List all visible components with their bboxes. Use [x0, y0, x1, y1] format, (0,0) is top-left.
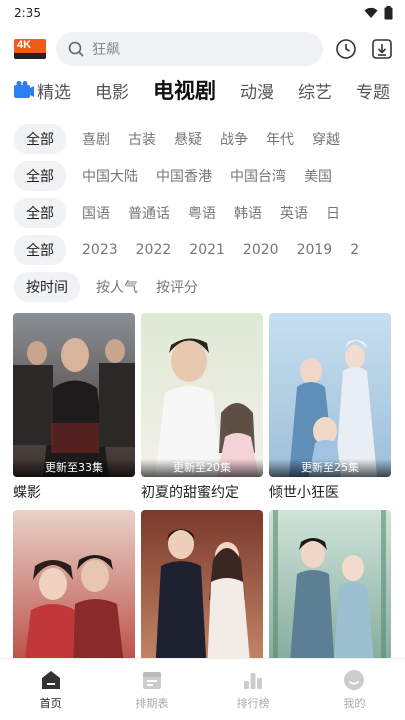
filter-chip[interactable]: 2022 — [136, 242, 172, 258]
filter-chip[interactable]: 2019 — [297, 242, 333, 258]
filter-chip[interactable]: 喜剧 — [82, 129, 110, 149]
tab-movies[interactable]: 电影 — [95, 78, 129, 103]
filter-chip[interactable]: 古装 — [128, 129, 156, 149]
show-card[interactable]: 更新至20集 初夏的甜蜜约定 — [141, 313, 263, 502]
filter-chip[interactable]: 粤语 — [188, 203, 216, 223]
show-poster: 更新至25集 — [269, 313, 391, 477]
poster-image — [141, 510, 263, 674]
bottom-nav: 首页 排期表 排行榜 我的 — [0, 658, 405, 720]
sort-chip[interactable]: 按人气 — [96, 277, 138, 297]
tab-label: 专题 — [356, 82, 390, 103]
episode-badge: 更新至25集 — [269, 459, 391, 477]
tab-label: 电影 — [95, 82, 129, 103]
download-icon — [372, 39, 392, 59]
filter-row-year: 全部 2023 2022 2021 2020 2019 2 — [0, 231, 405, 268]
filter-row-sort: 按时间 按人气 按评分 — [0, 268, 405, 305]
featured-icon — [14, 81, 34, 98]
search-placeholder: 狂飙 — [92, 42, 120, 58]
filter-chip[interactable]: 中国大陆 — [82, 166, 138, 186]
filter-chip[interactable]: 普通话 — [128, 203, 170, 223]
tab-label: 电视剧 — [153, 79, 216, 103]
tab-label: 动漫 — [240, 82, 274, 103]
filter-chip[interactable]: 英语 — [280, 203, 308, 223]
filter-chip[interactable]: 日 — [326, 203, 340, 223]
top-bar: 4K 狂飙 — [0, 26, 405, 72]
filter-chip[interactable]: 2023 — [82, 242, 118, 258]
nav-ranking[interactable]: 排行榜 — [203, 659, 304, 720]
app-logo: 4K — [14, 39, 46, 59]
show-poster — [141, 510, 263, 674]
home-icon — [41, 671, 60, 689]
nav-home[interactable]: 首页 — [0, 659, 101, 720]
poster-image — [269, 510, 391, 674]
wifi-icon — [364, 7, 378, 18]
tab-anime[interactable]: 动漫 — [240, 78, 274, 103]
tab-featured[interactable]: 精选 — [14, 78, 71, 103]
filter-chip[interactable]: 韩语 — [234, 203, 262, 223]
tab-label: 综艺 — [298, 82, 332, 103]
filter-chip[interactable]: 年代 — [266, 129, 294, 149]
filter-chip[interactable]: 穿越 — [312, 129, 340, 149]
show-card[interactable]: 更新至25集 倾世小狂医 — [269, 313, 391, 502]
status-bar: 2:35 — [0, 0, 405, 26]
filter-chip[interactable]: 中国香港 — [156, 166, 212, 186]
status-time: 2:35 — [14, 6, 41, 20]
nav-schedule[interactable]: 排期表 — [101, 659, 202, 720]
search-icon — [68, 41, 84, 57]
filter-panel: 全部 喜剧 古装 悬疑 战争 年代 穿越 全部 中国大陆 中国香港 中国台湾 美… — [0, 108, 405, 305]
filter-chip[interactable]: 全部 — [14, 123, 66, 154]
profile-icon — [344, 670, 365, 690]
show-poster: 更新至20集 — [141, 313, 263, 477]
show-title: 倾世小狂医 — [269, 485, 339, 501]
sort-chip[interactable]: 按评分 — [156, 277, 198, 297]
filter-chip[interactable]: 全部 — [14, 160, 66, 191]
tab-special[interactable]: 专题 — [356, 78, 390, 103]
tab-label: 精选 — [37, 82, 71, 103]
filter-chip[interactable]: 国语 — [82, 203, 110, 223]
episode-badge: 更新至33集 — [13, 459, 135, 477]
filter-chip[interactable]: 悬疑 — [174, 129, 202, 149]
ranking-icon — [244, 673, 263, 689]
filter-chip[interactable]: 美国 — [304, 166, 332, 186]
battery-icon — [384, 6, 393, 20]
filter-row-language: 全部 国语 普通话 粤语 韩语 英语 日 — [0, 194, 405, 231]
nav-label: 排期表 — [135, 697, 169, 710]
category-tabs: 精选 电影 电视剧 动漫 综艺 专题 — [0, 72, 405, 108]
poster-image — [269, 313, 391, 477]
poster-image — [141, 313, 263, 477]
status-icons — [364, 6, 393, 20]
tab-tv-series[interactable]: 电视剧 — [153, 75, 216, 105]
filter-chip[interactable]: 战争 — [220, 129, 248, 149]
clock-icon — [336, 39, 356, 59]
filter-chip[interactable]: 全部 — [14, 197, 66, 228]
show-title: 初夏的甜蜜约定 — [141, 485, 239, 501]
tab-variety[interactable]: 综艺 — [298, 78, 332, 103]
show-title: 蝶影 — [13, 485, 41, 501]
filter-chip[interactable]: 2021 — [189, 242, 225, 258]
nav-label: 首页 — [39, 697, 62, 710]
logo-text: 4K — [17, 39, 32, 51]
episode-badge: 更新至20集 — [141, 459, 263, 477]
filter-row-region: 全部 中国大陆 中国香港 中国台湾 美国 — [0, 157, 405, 194]
history-button[interactable] — [333, 36, 359, 62]
show-grid: 更新至33集 蝶影 更新至20集 初夏的甜蜜约定 更新至25集 倾世小狂医 — [0, 305, 405, 699]
show-card[interactable]: 更新至33集 蝶影 — [13, 313, 135, 502]
filter-chip[interactable]: 2020 — [243, 242, 279, 258]
filter-row-genre: 全部 喜剧 古装 悬疑 战争 年代 穿越 — [0, 120, 405, 157]
poster-image — [13, 510, 135, 674]
show-poster: 更新至33集 — [13, 313, 135, 477]
filter-chip[interactable]: 中国台湾 — [230, 166, 286, 186]
show-poster — [269, 510, 391, 674]
sort-chip[interactable]: 按时间 — [14, 271, 80, 302]
download-button[interactable] — [369, 36, 395, 62]
filter-chip[interactable]: 全部 — [14, 234, 66, 265]
show-poster — [13, 510, 135, 674]
poster-image — [13, 313, 135, 477]
filter-chip[interactable]: 2 — [350, 242, 359, 258]
nav-label: 我的 — [343, 697, 366, 710]
calendar-icon — [142, 672, 161, 689]
search-input[interactable]: 狂飙 — [56, 32, 323, 66]
nav-label: 排行榜 — [236, 697, 270, 710]
nav-profile[interactable]: 我的 — [304, 659, 405, 720]
